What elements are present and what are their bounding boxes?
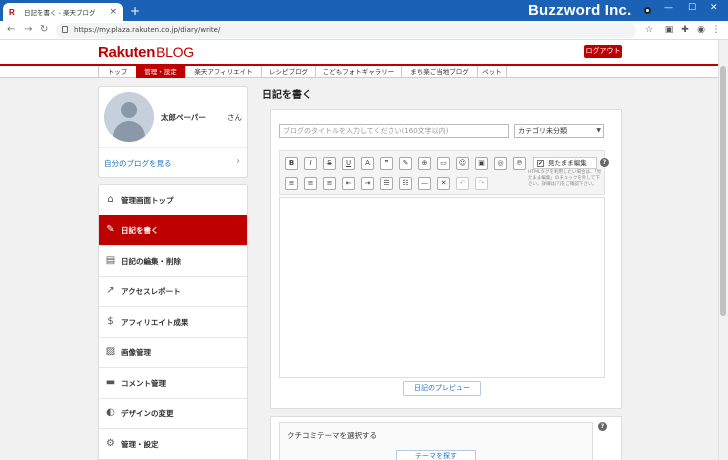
instagram-button[interactable]: ◎ — [494, 157, 507, 170]
menu-item-top[interactable]: トップ — [98, 66, 136, 78]
menu-item-kids-photo[interactable]: こどもフォトギャラリー — [315, 66, 401, 78]
emoji-button[interactable]: ☺ — [456, 157, 469, 170]
sidebar-item-design-change[interactable]: ◐ デザインの変更 — [99, 398, 247, 429]
sidebar-item-image-manage[interactable]: ▨ 画像管理 — [99, 337, 247, 368]
site-header: RakutenBLOG ログアウト — [0, 40, 728, 64]
home-icon: ⌂ — [107, 194, 114, 205]
puzzle-icon[interactable]: ✚ — [680, 25, 690, 35]
moneybag-icon: $ — [107, 316, 114, 327]
theme-label: クチコミテーマを選択する — [287, 431, 377, 440]
sticker-button[interactable]: ✎ — [399, 157, 412, 170]
avatar — [104, 92, 154, 142]
html-note: HTMLタグを利用したい場合は、「見たまま編集」のチェックを外して下さい。詳細は… — [528, 170, 602, 187]
url-text: https://my.plaza.rakuten.co.jp/diary/wri… — [74, 26, 221, 34]
maximize-button[interactable]: ☐ — [688, 3, 696, 13]
outdent-button[interactable]: ⇤ — [342, 177, 355, 190]
address-bar[interactable]: https://my.plaza.rakuten.co.jp/diary/wri… — [56, 23, 636, 38]
numbered-list-button[interactable]: ☷ — [399, 177, 412, 190]
raw-edit-checkbox[interactable]: ✔ 見たまま編集 — [533, 157, 597, 169]
font-size-button[interactable]: A — [361, 157, 374, 170]
sidebar-item-settings[interactable]: ⚙ 管理・設定 — [99, 429, 247, 459]
sidebar-item-comment-manage[interactable]: ▬ コメント管理 — [99, 368, 247, 399]
profile-name: 太郎ペーパー — [161, 113, 206, 122]
quote-button[interactable]: ❞ — [380, 157, 393, 170]
lock-icon — [62, 26, 68, 33]
image-icon: ▨ — [105, 346, 116, 357]
sidebar-item-affiliate-results[interactable]: $ アフィリエイト成果 — [99, 307, 247, 338]
reload-icon[interactable]: ↻ — [40, 24, 48, 35]
gear-icon: ⚙ — [106, 438, 115, 449]
back-icon[interactable]: ← — [7, 24, 15, 35]
align-center-button[interactable]: ≡ — [304, 177, 317, 190]
find-theme-button[interactable]: テーマを探す — [396, 450, 476, 460]
sidebar-item-edit-diary[interactable]: ▤ 日記の編集・削除 — [99, 246, 247, 277]
menu-item-local[interactable]: まち楽ご当地ブログ — [401, 66, 477, 78]
align-left-button[interactable]: ≡ — [285, 177, 298, 190]
comment-icon: ▬ — [105, 377, 116, 388]
my-blog-label: 自分のブログを見る — [104, 159, 172, 168]
page-title: 日記を書く — [262, 90, 312, 101]
diary-title-input[interactable] — [279, 124, 509, 138]
sidebar-item-admin-top[interactable]: ⌂ 管理画面トップ — [99, 185, 247, 216]
image-insert-button[interactable]: ▣ — [475, 157, 488, 170]
underline-button[interactable]: U — [342, 157, 355, 170]
menu-item-recipe[interactable]: レシピブログ — [261, 66, 315, 78]
extension-icon[interactable]: ▣ — [664, 25, 674, 35]
bold-button[interactable]: B — [285, 157, 298, 170]
pinterest-button[interactable]: ℗ — [513, 157, 526, 170]
profile-card: 太郎ペーパー さん 自分のブログを見る › — [98, 86, 248, 178]
trend-icon: ↗ — [106, 285, 115, 296]
document-icon: ▤ — [105, 255, 116, 266]
brand-overlay: Buzzword Inc. — [528, 2, 632, 19]
rakuten-favicon: R — [9, 7, 15, 17]
bullet-list-button[interactable]: ☰ — [380, 177, 393, 190]
preview-button[interactable]: 日記のプレビュー — [403, 381, 481, 396]
chevron-down-icon: ▼ — [596, 127, 601, 134]
browser-toolbar: ← → ↻ https://my.plaza.rakuten.co.jp/dia… — [0, 21, 728, 40]
rakuten-blog-logo[interactable]: RakutenBLOG — [98, 44, 194, 61]
sidebar-nav: ⌂ 管理画面トップ ✎ 日記を書く ▤ 日記の編集・削除 ↗ アクセスレポート $ アフィ… — [98, 184, 248, 460]
diary-body-editor[interactable] — [279, 197, 605, 378]
menu-item-affiliate[interactable]: 楽天アフィリエイト — [185, 66, 261, 78]
redo-button[interactable]: ↷ — [475, 177, 488, 190]
palette-icon: ◐ — [106, 407, 115, 418]
italic-button[interactable]: I — [304, 157, 317, 170]
tab-title: 日記を書く - 楽天ブログ — [24, 9, 96, 17]
chevron-right-icon: › — [236, 156, 240, 167]
minimize-button[interactable]: — — [664, 3, 673, 13]
indent-button[interactable]: ⇥ — [361, 177, 374, 190]
undo-button[interactable]: ↶ — [456, 177, 469, 190]
align-right-button[interactable]: ≡ — [323, 177, 336, 190]
embed-button[interactable]: ▭ — [437, 157, 450, 170]
horizontal-rule-button[interactable]: — — [418, 177, 431, 190]
new-tab-button[interactable]: + — [130, 3, 140, 19]
browser-titlebar: R 日記を書く - 楽天ブログ × + Buzzword Inc. — ☐ ✕ — [0, 0, 728, 21]
link-globe-button[interactable]: ⊕ — [418, 157, 431, 170]
category-select[interactable]: カテゴリ未分類 ▼ — [514, 124, 604, 138]
menu-item-settings[interactable]: 管理・設定 — [136, 66, 185, 78]
clear-format-button[interactable]: ✕ — [437, 177, 450, 190]
help-icon[interactable]: ? — [600, 158, 609, 167]
scrollbar-thumb[interactable] — [720, 66, 726, 316]
close-tab-icon[interactable]: × — [109, 7, 117, 17]
global-menu: トップ 管理・設定 楽天アフィリエイト レシピブログ こどもフォトギャラリー ま… — [0, 66, 728, 78]
my-blog-link[interactable]: 自分のブログを見る › — [99, 147, 247, 177]
star-icon[interactable]: ☆ — [644, 25, 654, 35]
profile-icon[interactable] — [644, 7, 651, 14]
account-icon[interactable]: ◉ — [696, 25, 706, 35]
logout-button[interactable]: ログアウト — [584, 45, 622, 58]
strike-button[interactable]: S — [323, 157, 336, 170]
sidebar-item-write-diary[interactable]: ✎ 日記を書く — [99, 215, 247, 246]
menu-dots-icon[interactable]: ⋮ — [711, 25, 721, 35]
sidebar-item-access-report[interactable]: ↗ アクセスレポート — [99, 276, 247, 307]
profile-suffix: さん — [227, 113, 242, 122]
checkbox-checked-icon: ✔ — [537, 160, 544, 167]
browser-tab[interactable]: R 日記を書く - 楽天ブログ × — [3, 3, 123, 21]
menu-item-pet[interactable]: ペット — [477, 66, 507, 78]
close-window-button[interactable]: ✕ — [710, 3, 718, 13]
pencil-icon: ✎ — [106, 224, 115, 235]
forward-icon[interactable]: → — [24, 24, 32, 35]
theme-help-icon[interactable]: ? — [598, 422, 607, 431]
